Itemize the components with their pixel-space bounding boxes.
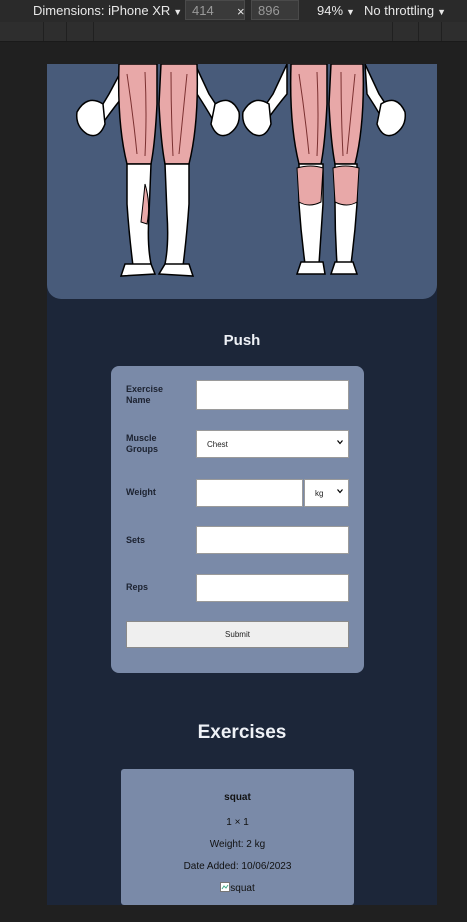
throttling-select[interactable]: No throttling ▼ (364, 3, 446, 18)
exercise-card-weight: Weight: 2 kg (209, 839, 266, 850)
dropdown-caret-icon: ▼ (346, 7, 355, 17)
device-label: Dimensions: iPhone XR (33, 3, 171, 18)
reps-input[interactable] (196, 574, 349, 602)
muscle-groups-selected: Chest (207, 440, 228, 449)
zoom-label: 94% (317, 3, 344, 18)
viewport-height-input[interactable]: 896 (251, 0, 299, 20)
exercise-name-label: Exercise Name (126, 384, 164, 405)
exercises-title: Exercises (197, 722, 287, 743)
devtools-device-toolbar: Dimensions: iPhone XR ▼ 414 × 896 94% ▼ No… (0, 0, 467, 22)
weight-unit-select[interactable]: kg (304, 479, 349, 507)
weight-input[interactable] (196, 479, 303, 507)
exercise-form: Exercise Name Muscle Groups Chest Weight… (111, 366, 364, 673)
dropdown-caret-icon: ▼ (437, 7, 447, 17)
exercise-card-image: squat (121, 882, 354, 894)
exercise-card-date: Date Added: 10/06/2023 (183, 861, 292, 872)
broken-image-icon (220, 882, 231, 892)
exercise-name-input[interactable] (196, 380, 349, 410)
device-select[interactable]: Dimensions: iPhone XR ▼ (33, 3, 182, 18)
media-query-ruler (0, 22, 467, 42)
chevron-down-icon (337, 440, 343, 445)
reps-label: Reps (126, 582, 149, 592)
page-viewport: Push Exercise Name Muscle Groups Chest W… (47, 64, 437, 905)
exercise-card: squat 1 × 1 Weight: 2 kg Date Added: 10/… (121, 769, 354, 905)
form-title: Push (223, 332, 261, 349)
muscle-groups-label: Muscle Groups (126, 433, 159, 454)
exercise-card-image-alt: squat (230, 883, 255, 894)
throttling-label: No throttling (364, 3, 435, 18)
weight-label: Weight (126, 487, 156, 497)
viewport-width-input[interactable]: 414 (185, 0, 245, 20)
exercise-card-sets-reps: 1 × 1 (226, 817, 249, 828)
muscle-groups-select[interactable]: Chest (196, 430, 349, 458)
dropdown-caret-icon: ▼ (173, 7, 183, 17)
exercise-card-name: squat (224, 792, 251, 803)
sets-label: Sets (126, 535, 146, 545)
chevron-down-icon (337, 489, 343, 494)
submit-button[interactable]: Submit (126, 621, 349, 648)
zoom-select[interactable]: 94% ▼ (317, 3, 355, 18)
back-body-figure (241, 64, 407, 275)
front-body-figure (75, 64, 241, 277)
weight-unit-selected: kg (315, 489, 324, 498)
dimension-separator: × (237, 4, 245, 19)
muscle-map-panel (47, 64, 437, 299)
muscle-anatomy-illustration (75, 64, 407, 277)
sets-input[interactable] (196, 526, 349, 554)
